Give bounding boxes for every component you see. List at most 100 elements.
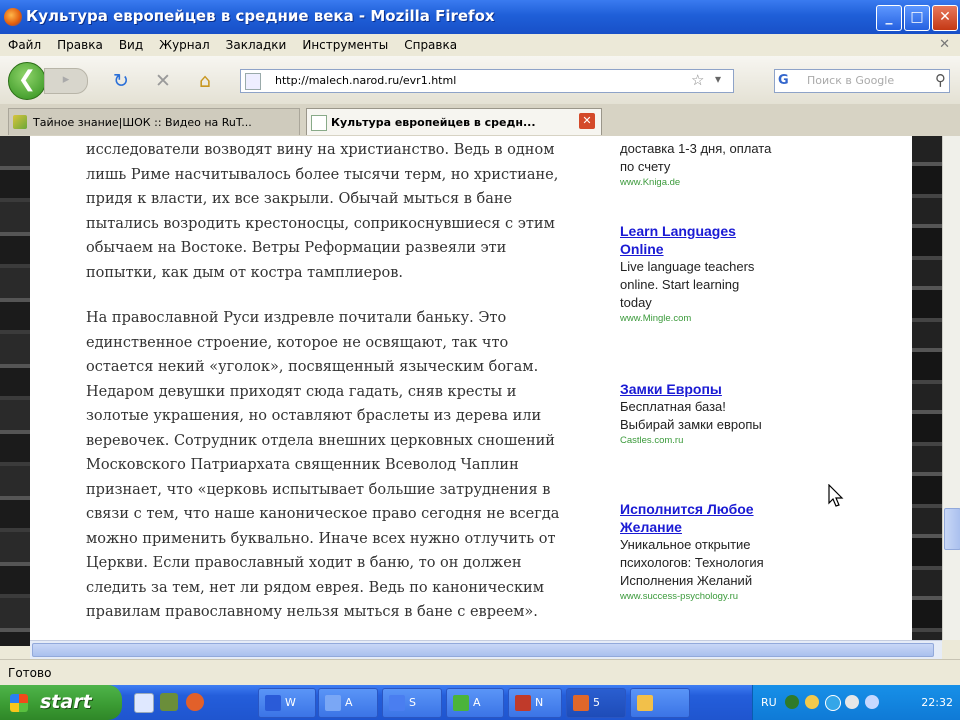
- ad-link[interactable]: Замки Европы: [620, 380, 820, 398]
- taskbar-button[interactable]: A: [318, 688, 378, 718]
- taskbar-app-icon: [325, 695, 341, 711]
- vertical-scrollbar[interactable]: [942, 136, 960, 640]
- ad-text: Исполнения Желаний: [620, 573, 753, 588]
- minimize-button[interactable]: _: [876, 5, 902, 31]
- url-text: http://malech.narod.ru/evr1.html: [275, 74, 457, 87]
- taskbar-app-icon: [389, 695, 405, 711]
- tray-app-icon[interactable]: [845, 695, 859, 709]
- taskbar-button-label: W: [285, 696, 296, 709]
- taskbar-button[interactable]: [630, 688, 690, 718]
- horizontal-scroll-thumb[interactable]: [32, 643, 934, 657]
- ad-block: Исполнится Любое Желание Уникальное открыт…: [620, 500, 820, 604]
- tray-update-icon[interactable]: [865, 695, 879, 709]
- menu-tools[interactable]: Инструменты: [294, 34, 396, 52]
- article-paragraph-2: На православной Руси издревле почитали б…: [86, 306, 616, 625]
- taskbar-button[interactable]: A: [446, 688, 504, 718]
- taskbar-app-icon: [453, 695, 469, 711]
- para2-line: Недаром девушки приходят сюда гадать, сн…: [86, 383, 517, 400]
- taskbar-app-icon: [265, 695, 281, 711]
- menubar-close-icon[interactable]: ✕: [939, 37, 950, 52]
- para2-line: веревочек. Сотрудник отдела внешних церк…: [86, 432, 555, 449]
- taskbar-button[interactable]: 5: [566, 688, 626, 718]
- status-bar: Готово: [0, 659, 960, 686]
- ad-url[interactable]: www.Mingle.com: [620, 312, 820, 326]
- ad-url[interactable]: Castles.com.ru: [620, 434, 820, 448]
- taskbar-button-label: 5: [593, 696, 600, 709]
- home-icon[interactable]: ⌂: [194, 70, 216, 92]
- show-desktop-icon[interactable]: [134, 693, 154, 713]
- ad-text: today: [620, 295, 652, 310]
- ad-block: Learn Languages Online Live language teach…: [620, 222, 820, 326]
- bookmark-star-icon[interactable]: ☆: [691, 71, 704, 89]
- para1-line: придя к власти, их все закрыли. Обычай м…: [86, 191, 513, 207]
- para2-line: следить за тем, нет ли рядом еврея. Ведь…: [86, 579, 544, 596]
- taskbar-button[interactable]: S: [382, 688, 442, 718]
- para1-line: пытались возродить крестоносцы, соприкос…: [86, 215, 555, 232]
- para2-line: остается некий «уголок», посвященный язы…: [86, 359, 539, 375]
- para2-line: Церкви. Если православный ходит в баню, …: [86, 555, 522, 571]
- page-content: исследователи возводят вину на христианс…: [30, 136, 912, 640]
- title-bar: Культура европейцев в средние века - Moz…: [0, 0, 960, 34]
- menu-file[interactable]: Файл: [0, 34, 49, 52]
- ad-block: Замки Европы Бесплатная база! Выбирай замк…: [620, 380, 820, 448]
- clock: 22:32: [921, 696, 953, 709]
- maximize-button[interactable]: □: [904, 5, 930, 31]
- menu-history[interactable]: Журнал: [151, 34, 218, 52]
- language-indicator[interactable]: RU: [761, 696, 777, 709]
- menu-view[interactable]: Вид: [111, 34, 151, 52]
- menu-bookmarks[interactable]: Закладки: [218, 34, 295, 52]
- ad-link[interactable]: Исполнится Любое: [620, 500, 820, 518]
- ad-link[interactable]: Learn Languages: [620, 222, 820, 240]
- tab-culture[interactable]: Культура европейцев в средн... ✕: [306, 108, 602, 135]
- taskbar-app-icon: [637, 695, 653, 711]
- windows-flag-icon: [10, 694, 28, 712]
- taskbar-button[interactable]: N: [508, 688, 562, 718]
- menu-help[interactable]: Справка: [396, 34, 465, 52]
- quicklaunch-media-icon[interactable]: [160, 693, 178, 711]
- reload-icon[interactable]: ↻: [110, 70, 132, 92]
- tab-culture-label: Культура европейцев в средн...: [331, 116, 536, 129]
- horizontal-scrollbar[interactable]: [30, 640, 942, 659]
- system-tray: RU 22:32: [752, 685, 960, 720]
- url-dropdown-icon[interactable]: ▾: [715, 72, 721, 86]
- ad-url[interactable]: www.success-psychology.ru: [620, 590, 820, 604]
- ad-text: психологов: Технология: [620, 555, 764, 570]
- tab-close-icon[interactable]: ✕: [579, 113, 595, 129]
- search-placeholder: Поиск в Google: [807, 74, 895, 87]
- taskbar-app-icon: [515, 695, 531, 711]
- status-text: Готово: [8, 666, 52, 680]
- taskbar-button-label: S: [409, 696, 416, 709]
- search-magnifier-icon[interactable]: ⚲: [935, 71, 946, 89]
- tab-video[interactable]: Тайное знание|ШОК :: Видео на RuT...: [8, 108, 300, 135]
- tray-network-icon[interactable]: [785, 695, 799, 709]
- search-box[interactable]: G Поиск в Google ⚲: [774, 69, 950, 93]
- url-bar[interactable]: http://malech.narod.ru/evr1.html ☆ ▾: [240, 69, 734, 93]
- taskbar-button-label: A: [345, 696, 353, 709]
- menu-bar: Файл Правка Вид Журнал Закладки Инструменты Сп…: [0, 34, 960, 57]
- back-button[interactable]: ❮: [8, 62, 46, 100]
- window-title: Культура европейцев в средние века - Moz…: [26, 7, 495, 25]
- ad-link[interactable]: Желание: [620, 518, 820, 536]
- quicklaunch-firefox-icon[interactable]: [186, 693, 204, 711]
- tray-volume-icon[interactable]: [825, 695, 841, 711]
- ad-text: Бесплатная база!: [620, 399, 726, 414]
- tab-culture-favicon-icon: [311, 115, 327, 131]
- ad-text: Live language teachers: [620, 259, 755, 274]
- tab-video-label: Тайное знание|ШОК :: Видео на RuT...: [33, 116, 252, 129]
- taskbar-button[interactable]: W: [258, 688, 316, 718]
- vertical-scroll-thumb[interactable]: [944, 508, 960, 550]
- para1-line: обычаем на Востоке. Ветры Реформации раз…: [86, 240, 507, 256]
- tray-security-icon[interactable]: [805, 695, 819, 709]
- para2-line: Московского Патриархата священник Всевол…: [86, 457, 519, 473]
- para2-line: золотые украшения, но оставляют браслеты…: [86, 408, 542, 424]
- google-search-icon[interactable]: G: [778, 73, 789, 88]
- ad-link[interactable]: Online: [620, 240, 820, 258]
- ad-url[interactable]: www.Kniga.de: [620, 176, 820, 190]
- forward-button[interactable]: ▸: [44, 68, 88, 94]
- firefox-icon: [4, 8, 22, 26]
- menu-edit[interactable]: Правка: [49, 34, 111, 52]
- stop-icon[interactable]: ✕: [152, 70, 174, 92]
- close-button[interactable]: ✕: [932, 5, 958, 31]
- para2-line: единственное строение, которое не освяща…: [86, 334, 509, 351]
- start-button[interactable]: start: [0, 685, 122, 720]
